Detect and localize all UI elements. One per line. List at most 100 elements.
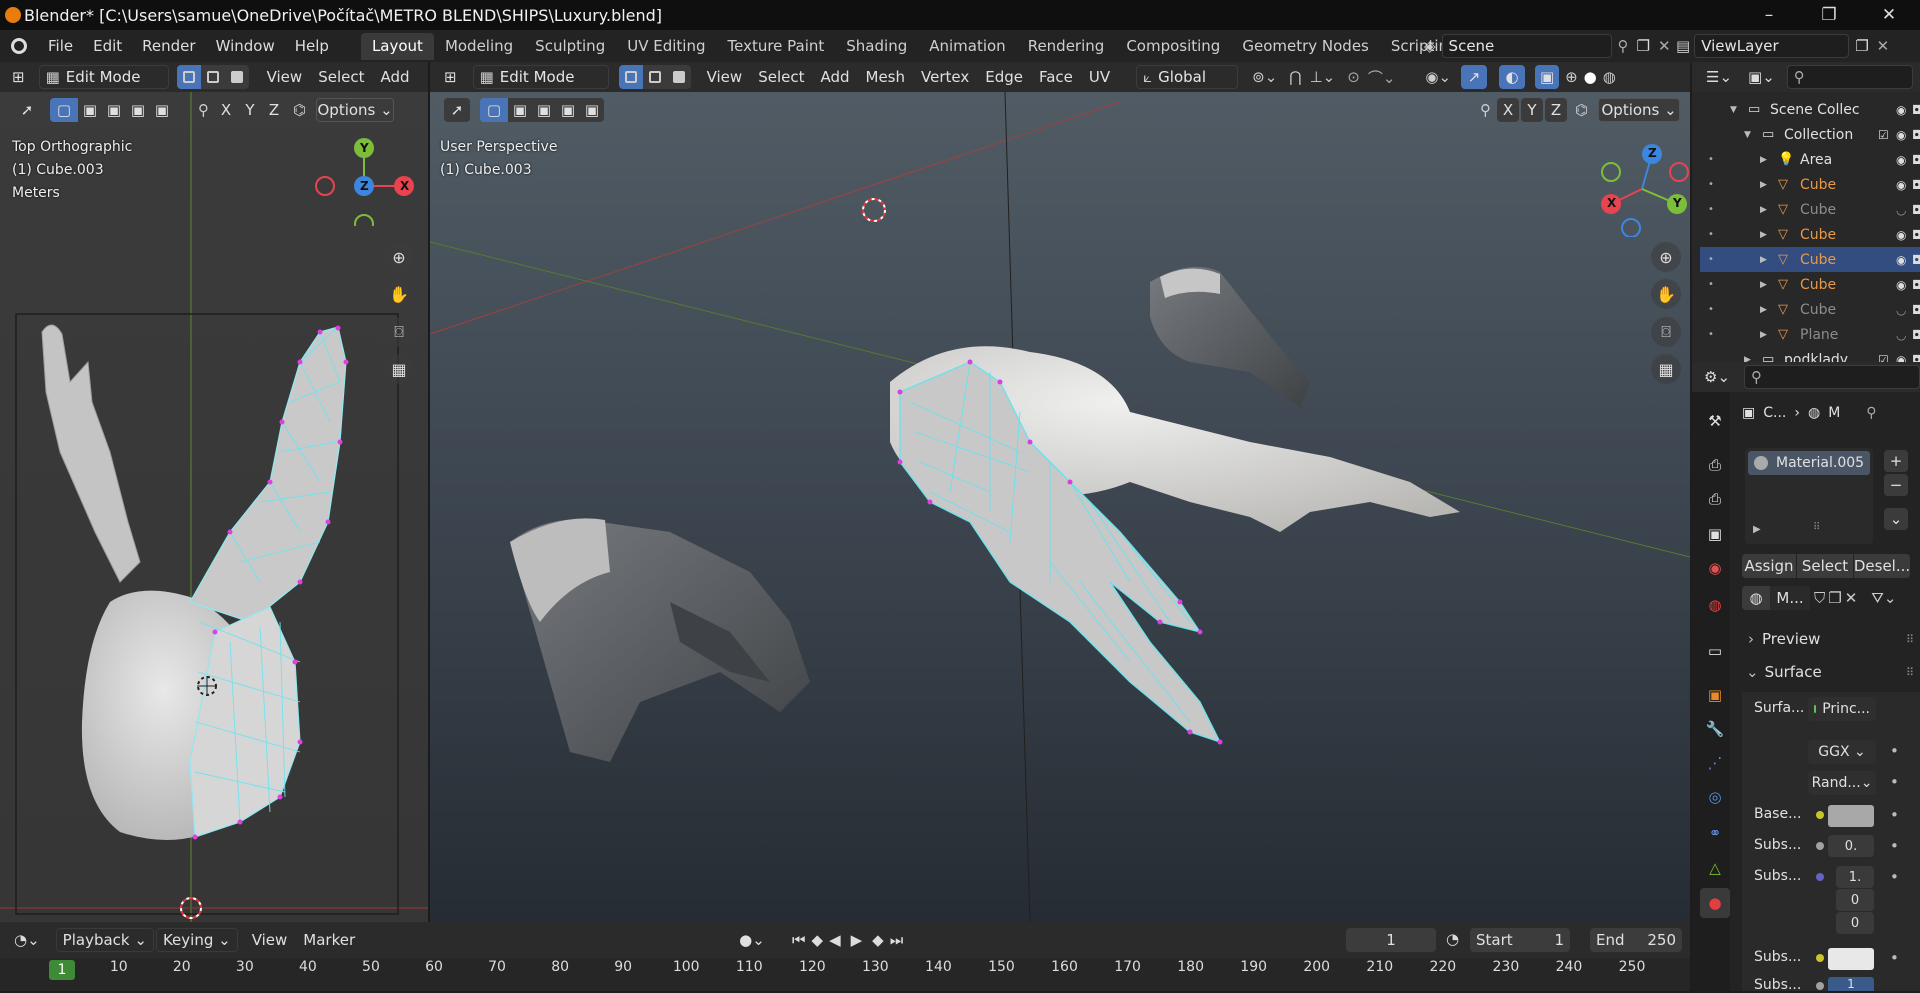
render-camera-icon[interactable]: ◘ — [1912, 103, 1920, 117]
subsurface-color-swatch[interactable] — [1828, 948, 1874, 970]
outliner-row[interactable]: • ▶ ▽ Cube ◉ ◘ — [1700, 247, 1920, 272]
visibility-icon[interactable]: ◉⌄ — [1425, 68, 1451, 86]
solid-shading-icon[interactable]: ● — [1584, 68, 1597, 86]
subsurface-radius-y-field[interactable]: 0 — [1836, 889, 1874, 911]
editor-type-icon[interactable]: ⊞ — [12, 68, 25, 86]
subsurface-ior-field[interactable]: 1 — [1828, 977, 1874, 991]
tab-animation[interactable]: Animation — [918, 33, 1016, 60]
main-camera-button[interactable]: ⌼ — [1651, 317, 1681, 347]
transform-orientation-dropdown[interactable]: ⟀ Global — [1136, 65, 1239, 89]
visibility-dot-icon[interactable]: • — [1708, 279, 1714, 290]
outliner-row[interactable]: ▼ ▭ Collection ☑ ◉ ◘ — [1700, 122, 1920, 147]
main-menu-edge[interactable]: Edge — [977, 68, 1031, 86]
auto-keying-button[interactable]: ● ⌄ — [730, 928, 774, 952]
main-edge-select-button[interactable] — [642, 65, 667, 89]
duplicate-material-icon[interactable]: ❐ — [1828, 589, 1841, 607]
falloff-icon[interactable]: ⌒⌄ — [1368, 67, 1396, 88]
keyframe-dot-icon[interactable]: • — [1890, 806, 1899, 824]
pivot-icon[interactable]: ⊚⌄ — [1252, 68, 1277, 86]
end-frame-field[interactable]: End 250 — [1590, 928, 1682, 952]
tab-uv-editing[interactable]: UV Editing — [616, 33, 716, 60]
outliner-row[interactable]: • ▶ ▽ Cube ◡ ◘ — [1700, 197, 1920, 222]
main-zoom-button[interactable]: ⊕ — [1651, 242, 1681, 272]
eye-icon[interactable]: ◉ — [1896, 253, 1906, 267]
eye-icon[interactable]: ◉ — [1896, 128, 1906, 142]
left-options-dropdown[interactable]: Options ⌄ — [316, 98, 395, 122]
outliner-row[interactable]: • ▶ ▽ Cube ◡ ◘ — [1700, 297, 1920, 322]
deselect-button[interactable]: Desel... — [1854, 554, 1910, 578]
add-material-slot-button[interactable]: + — [1884, 450, 1908, 472]
main-select-extend-button[interactable]: ▣ — [508, 98, 532, 122]
material-shading-icon[interactable]: ◍ — [1603, 68, 1616, 86]
playhead[interactable]: 1 — [49, 960, 75, 980]
visibility-dot-icon[interactable]: • — [1708, 329, 1714, 340]
main-menu-add[interactable]: Add — [812, 68, 857, 86]
exclude-checkbox-icon[interactable]: ☑ — [1878, 128, 1889, 142]
constraints-tab[interactable]: ⚭ — [1700, 818, 1730, 848]
left-menu-select[interactable]: Select — [310, 68, 372, 86]
surface-shader-field[interactable]: Princ... — [1808, 697, 1876, 721]
expand-arrow-icon[interactable]: ▼ — [1730, 105, 1737, 115]
menu-edit[interactable]: Edit — [83, 33, 132, 59]
menu-file[interactable]: File — [38, 33, 83, 59]
subsurface-radius-z-field[interactable]: 0 — [1836, 912, 1874, 934]
mirror-y-button[interactable]: Y — [239, 98, 261, 122]
xray-toggle-button[interactable]: ▣ — [1535, 65, 1560, 89]
visibility-dot-icon[interactable]: • — [1708, 154, 1714, 165]
physics-tab[interactable]: ◎ — [1700, 782, 1730, 812]
jump-end-icon[interactable]: ⏭ — [890, 931, 904, 949]
outliner-row[interactable]: • ▶ ▽ Cube ◉ ◘ — [1700, 172, 1920, 197]
left-zoom-button[interactable]: ⊕ — [384, 242, 414, 272]
main-select-subtract-button[interactable]: ▣ — [532, 98, 556, 122]
main-pan-button[interactable]: ✋ — [1651, 279, 1681, 309]
left-pan-button[interactable]: ✋ — [384, 279, 414, 309]
keying-menu[interactable]: Keying ⌄ — [155, 928, 238, 952]
expand-arrow-icon[interactable]: ▶ — [1760, 180, 1767, 190]
visibility-dot-icon[interactable]: • — [1708, 204, 1714, 215]
visibility-dot-icon[interactable]: • — [1708, 254, 1714, 265]
left-camera-button[interactable]: ⌼ — [384, 317, 414, 347]
close-button[interactable]: ✕ — [1866, 0, 1912, 30]
mirror-icon[interactable]: ⚲ — [198, 101, 209, 119]
view-layer-selector[interactable]: ▤ ViewLayer ❐ ✕ — [1676, 33, 1920, 59]
subsurface-method-dropdown[interactable]: Rand... ⌄ — [1808, 771, 1876, 795]
remove-material-slot-button[interactable]: − — [1884, 474, 1908, 496]
eye-icon[interactable]: ◉ — [1896, 178, 1906, 192]
tab-rendering[interactable]: Rendering — [1017, 33, 1116, 60]
keyframe-dot-icon[interactable]: • — [1890, 837, 1899, 855]
material-slot-row[interactable]: Material.005 — [1748, 451, 1870, 475]
render-camera-icon[interactable]: ◘ — [1912, 303, 1920, 317]
pin-properties-icon[interactable]: ⚲ — [1866, 405, 1876, 421]
gizmo-toggle-button[interactable]: ↗ — [1461, 65, 1488, 89]
vertex-select-button[interactable] — [176, 65, 201, 89]
outliner-row[interactable]: • ▶ ▽ Plane ◡ ◘ — [1700, 322, 1920, 347]
minimize-button[interactable]: – — [1746, 0, 1792, 30]
expand-arrow-icon[interactable]: ▶ — [1760, 255, 1767, 265]
timeline-menu-marker[interactable]: Marker — [295, 931, 363, 949]
main-menu-face[interactable]: Face — [1031, 68, 1081, 86]
left-menu-view[interactable]: View — [259, 68, 311, 86]
visibility-dot-icon[interactable]: • — [1708, 229, 1714, 240]
tab-modeling[interactable]: Modeling — [434, 33, 524, 60]
render-camera-icon[interactable]: ◘ — [1912, 278, 1920, 292]
main-menu-view[interactable]: View — [699, 68, 751, 86]
eye-icon[interactable]: ◉ — [1896, 103, 1906, 117]
select-extend-button[interactable]: ▣ — [78, 98, 102, 122]
current-frame-field[interactable]: 1 — [1346, 928, 1436, 952]
play-reverse-icon[interactable]: ◀ — [829, 931, 841, 949]
properties-search[interactable]: ⚲ — [1744, 365, 1920, 389]
main-menu-vertex[interactable]: Vertex — [913, 68, 977, 86]
left-grid-button[interactable]: ▦ — [384, 354, 414, 384]
eye-icon[interactable]: ◡ — [1896, 203, 1906, 217]
start-frame-field[interactable]: Start 1 — [1470, 928, 1570, 952]
select-new-button[interactable]: ▢ — [50, 98, 78, 122]
eye-icon[interactable]: ◉ — [1896, 228, 1906, 242]
expand-arrow-icon[interactable]: ▶ — [1760, 280, 1767, 290]
render-camera-icon[interactable]: ◘ — [1912, 178, 1920, 192]
render-camera-icon[interactable]: ◘ — [1912, 228, 1920, 242]
data-tab[interactable]: △ — [1700, 853, 1730, 883]
menu-help[interactable]: Help — [285, 33, 339, 59]
node-link-icon[interactable]: ⛛⌄ — [1871, 589, 1896, 607]
output-tab[interactable]: ⎙ — [1700, 484, 1730, 514]
assign-button[interactable]: Assign — [1742, 554, 1796, 578]
